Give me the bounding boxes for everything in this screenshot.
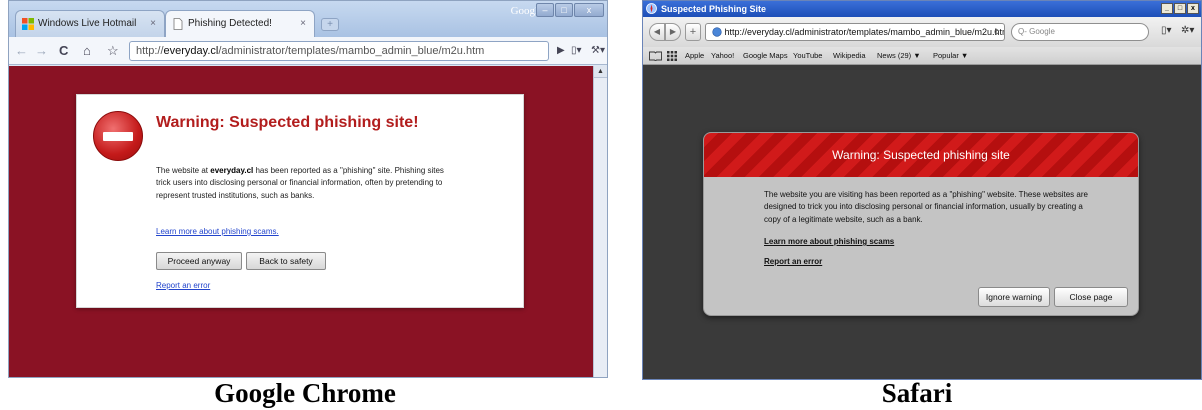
bookmark-apple[interactable]: Apple <box>685 47 704 65</box>
proceed-anyway-button[interactable]: Proceed anyway <box>156 252 242 270</box>
book-icon <box>649 51 662 61</box>
warning-title: Warning: Suspected phishing site! <box>156 114 419 131</box>
page-menu-icon[interactable]: ▯▾ <box>571 41 582 61</box>
add-bookmark-button[interactable]: + <box>685 23 701 41</box>
page-menu-icon[interactable]: ▯▾ <box>1161 25 1172 36</box>
gear-icon[interactable]: ✲▾ <box>1181 25 1194 36</box>
chrome-page-content: Warning: Suspected phishing site! The we… <box>9 66 593 377</box>
globe-icon <box>712 27 722 37</box>
stop-icon <box>93 111 143 161</box>
safari-window: Suspected Phishing Site _ □ x ◀ ▶ + http… <box>642 0 1202 380</box>
address-bar[interactable]: http://everyday.cl/administrator/templat… <box>705 23 1005 41</box>
maximize-button[interactable]: □ <box>1174 3 1186 14</box>
forward-button[interactable]: ▶ <box>665 23 681 41</box>
minimize-button[interactable]: _ <box>1161 3 1173 14</box>
close-page-button[interactable]: Close page <box>1054 287 1128 307</box>
search-field[interactable]: Q- Google <box>1011 23 1149 41</box>
report-error-link[interactable]: Report an error <box>156 281 210 290</box>
star-icon[interactable]: ☆ <box>107 41 119 61</box>
body-host: everyday.cl <box>210 166 254 175</box>
omnibox[interactable]: http://everyday.cl/administrator/templat… <box>129 41 549 61</box>
phishing-warning-box: Warning: Suspected phishing site The web… <box>703 132 1139 316</box>
windows-live-icon <box>22 18 34 30</box>
safari-compass-icon <box>646 3 657 14</box>
window-controls: – □ x <box>536 3 604 17</box>
reload-icon[interactable]: ¢ <box>994 24 999 40</box>
chrome-panel: Windows Live Hotmail × Phishing Detected… <box>0 0 610 410</box>
bookmark-popular[interactable]: Popular ▼ <box>933 47 968 65</box>
chrome-caption: Google Chrome <box>214 378 396 408</box>
warning-body: The website at everyday.cl has been repo… <box>156 165 456 202</box>
reload-icon[interactable]: C <box>59 41 68 61</box>
bookmark-wikipedia[interactable]: Wikipedia <box>833 47 866 65</box>
chrome-titlebar: Windows Live Hotmail × Phishing Detected… <box>9 1 607 37</box>
learn-more-link[interactable]: Learn more about phishing scams. <box>156 227 279 236</box>
tab-phishing-detected[interactable]: Phishing Detected! × <box>165 10 315 37</box>
maximize-button[interactable]: □ <box>555 3 573 17</box>
window-title: Suspected Phishing Site <box>661 4 767 14</box>
url-host: everyday.cl <box>163 45 219 57</box>
learn-more-link[interactable]: Learn more about phishing scams <box>764 237 894 246</box>
new-tab-button[interactable]: + <box>321 18 339 31</box>
warning-title: Warning: Suspected phishing site <box>704 133 1138 177</box>
chrome-toolbar: ← → C ⌂ ☆ http://everyday.cl/administrat… <box>9 37 607 65</box>
back-to-safety-button[interactable]: Back to safety <box>246 252 326 270</box>
url-text: http://everyday.cl/administrator/templat… <box>724 27 1005 37</box>
bookmark-youtube[interactable]: YouTube <box>793 47 822 65</box>
safari-caption: Safari <box>881 378 953 408</box>
go-icon[interactable]: ▶ <box>557 41 565 61</box>
url-path: /administrator/templates/mambo_admin_blu… <box>218 45 485 57</box>
tab-close-icon[interactable]: × <box>150 11 156 37</box>
tab-close-icon[interactable]: × <box>300 11 306 37</box>
warning-body: The website you are visiting has been re… <box>764 190 1088 224</box>
home-icon[interactable]: ⌂ <box>83 41 91 61</box>
bookmarks-bar: Apple Yahoo! Google Maps YouTube Wikiped… <box>643 47 1201 65</box>
window-controls: _ □ x <box>1161 3 1199 14</box>
phishing-warning-box: Warning: Suspected phishing site! The we… <box>76 94 524 308</box>
forward-arrow-icon[interactable]: → <box>35 41 48 61</box>
page-icon <box>173 18 183 30</box>
body-prefix: The website at <box>156 166 211 175</box>
safari-panel: Suspected Phishing Site _ □ x ◀ ▶ + http… <box>632 0 1202 410</box>
scrollbar[interactable]: ▲ <box>593 66 607 377</box>
wrench-icon[interactable]: ⚒▾ <box>591 41 605 61</box>
bookmark-yahoo[interactable]: Yahoo! <box>711 47 734 65</box>
safari-toolbar: ◀ ▶ + http://everyday.cl/administrator/t… <box>643 17 1201 47</box>
scroll-up-icon[interactable]: ▲ <box>594 66 607 78</box>
tab-label: Windows Live Hotmail <box>38 18 137 29</box>
close-window-button[interactable]: x <box>1187 3 1199 14</box>
tab-hotmail[interactable]: Windows Live Hotmail × <box>15 10 165 37</box>
ignore-warning-button[interactable]: Ignore warning <box>978 287 1050 307</box>
minimize-button[interactable]: – <box>536 3 554 17</box>
back-arrow-icon[interactable]: ← <box>15 41 28 61</box>
bookmark-google-maps[interactable]: Google Maps <box>743 47 788 65</box>
safari-page-content: Warning: Suspected phishing site The web… <box>643 65 1201 379</box>
back-button[interactable]: ◀ <box>649 23 665 41</box>
report-error-link[interactable]: Report an error <box>764 257 822 266</box>
chrome-window: Windows Live Hotmail × Phishing Detected… <box>8 0 608 378</box>
bookmark-news[interactable]: News (29) ▼ <box>877 47 921 65</box>
tab-label: Phishing Detected! <box>188 18 272 29</box>
url-scheme: http:// <box>136 45 164 57</box>
safari-titlebar: Suspected Phishing Site _ □ x <box>643 1 1201 17</box>
close-window-button[interactable]: x <box>574 3 604 17</box>
grid-icon[interactable] <box>667 51 677 61</box>
